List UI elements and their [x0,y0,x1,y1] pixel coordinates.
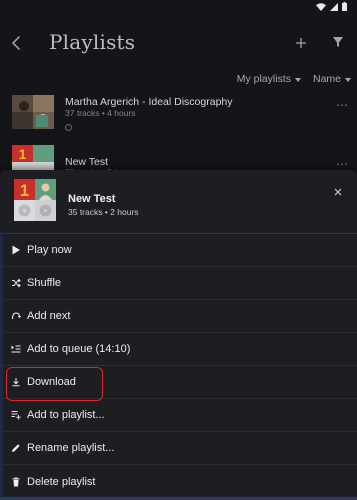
playlist-artwork: 1 [14,179,56,221]
menu-item-label: Rename playlist... [27,442,115,454]
sort-bar: My playlists Name [237,70,357,88]
trash-icon [10,476,21,487]
add-to-playlist-icon [10,410,21,421]
wifi-icon [316,2,326,11]
close-icon [334,188,342,196]
sort-order-label: Name [312,73,341,85]
menu-item-label: Delete playlist [27,475,96,488]
play-icon [10,245,21,256]
playlist-title: Martha Argerich - Ideal Discography [65,96,233,108]
status-bar [0,0,357,14]
signal-icon [330,2,338,11]
playlist-artwork [12,95,54,129]
pencil-icon [10,443,21,454]
sheet-header: 1 New Test 35 tracks • 2 hours [0,170,357,234]
close-button[interactable] [332,185,344,197]
page-title: Playlists [49,30,136,54]
queue-icon [10,344,21,355]
back-arrow-icon [11,36,20,50]
add-next-icon [10,311,21,322]
plus-icon [296,38,306,48]
more-options-icon[interactable]: ⋯ [336,98,349,112]
battery-icon [342,2,347,11]
svg-text:1: 1 [20,181,29,200]
playlist-subtitle: 37 tracks • 4 hours [65,108,136,118]
menu-item-label: Shuffle [27,277,62,289]
menu-item-label: Play now [27,244,72,256]
chevron-down-icon [345,77,351,82]
add-to-queue-item[interactable]: Add to queue (14:10) [0,333,357,366]
menu-item-label: Download [27,376,76,388]
filter-icon [333,37,343,47]
playlist-filter-label: My playlists [236,73,291,85]
download-item[interactable]: Download [0,366,357,399]
sort-order-dropdown[interactable]: Name [313,70,351,88]
sheet-subtitle: 35 tracks • 2 hours [68,207,139,217]
sheet-title: New Test [68,193,116,205]
add-to-playlist-item[interactable]: Add to playlist... [0,399,357,432]
svg-text:1: 1 [19,146,27,162]
add-next-item[interactable]: Add next [0,300,357,333]
app-header: Playlists [0,22,357,66]
playlist-row[interactable]: Martha Argerich - Ideal Discography 37 t… [0,95,357,139]
background-edge [0,232,3,500]
menu-item-label: Add to queue (14:10) [27,343,131,355]
chevron-down-icon [294,77,301,82]
playlist-actions-sheet: 1 New Test 35 tracks • 2 hours Play now … [0,170,357,500]
download-status-icon [65,118,72,136]
menu-item-label: Add next [27,310,71,322]
filter-button[interactable] [331,35,345,49]
more-options-icon[interactable]: ⋯ [336,157,349,171]
shuffle-icon [10,278,21,289]
menu-item-label: Add to playlist... [27,409,105,421]
play-now-item[interactable]: Play now [0,234,357,267]
playlist-filter-dropdown[interactable]: My playlists [237,70,301,88]
delete-playlist-item[interactable]: Delete playlist [0,465,357,498]
rename-playlist-item[interactable]: Rename playlist... [0,432,357,465]
shuffle-item[interactable]: Shuffle [0,267,357,300]
add-playlist-button[interactable] [292,34,310,52]
download-icon [10,377,21,388]
back-button[interactable] [8,32,26,54]
